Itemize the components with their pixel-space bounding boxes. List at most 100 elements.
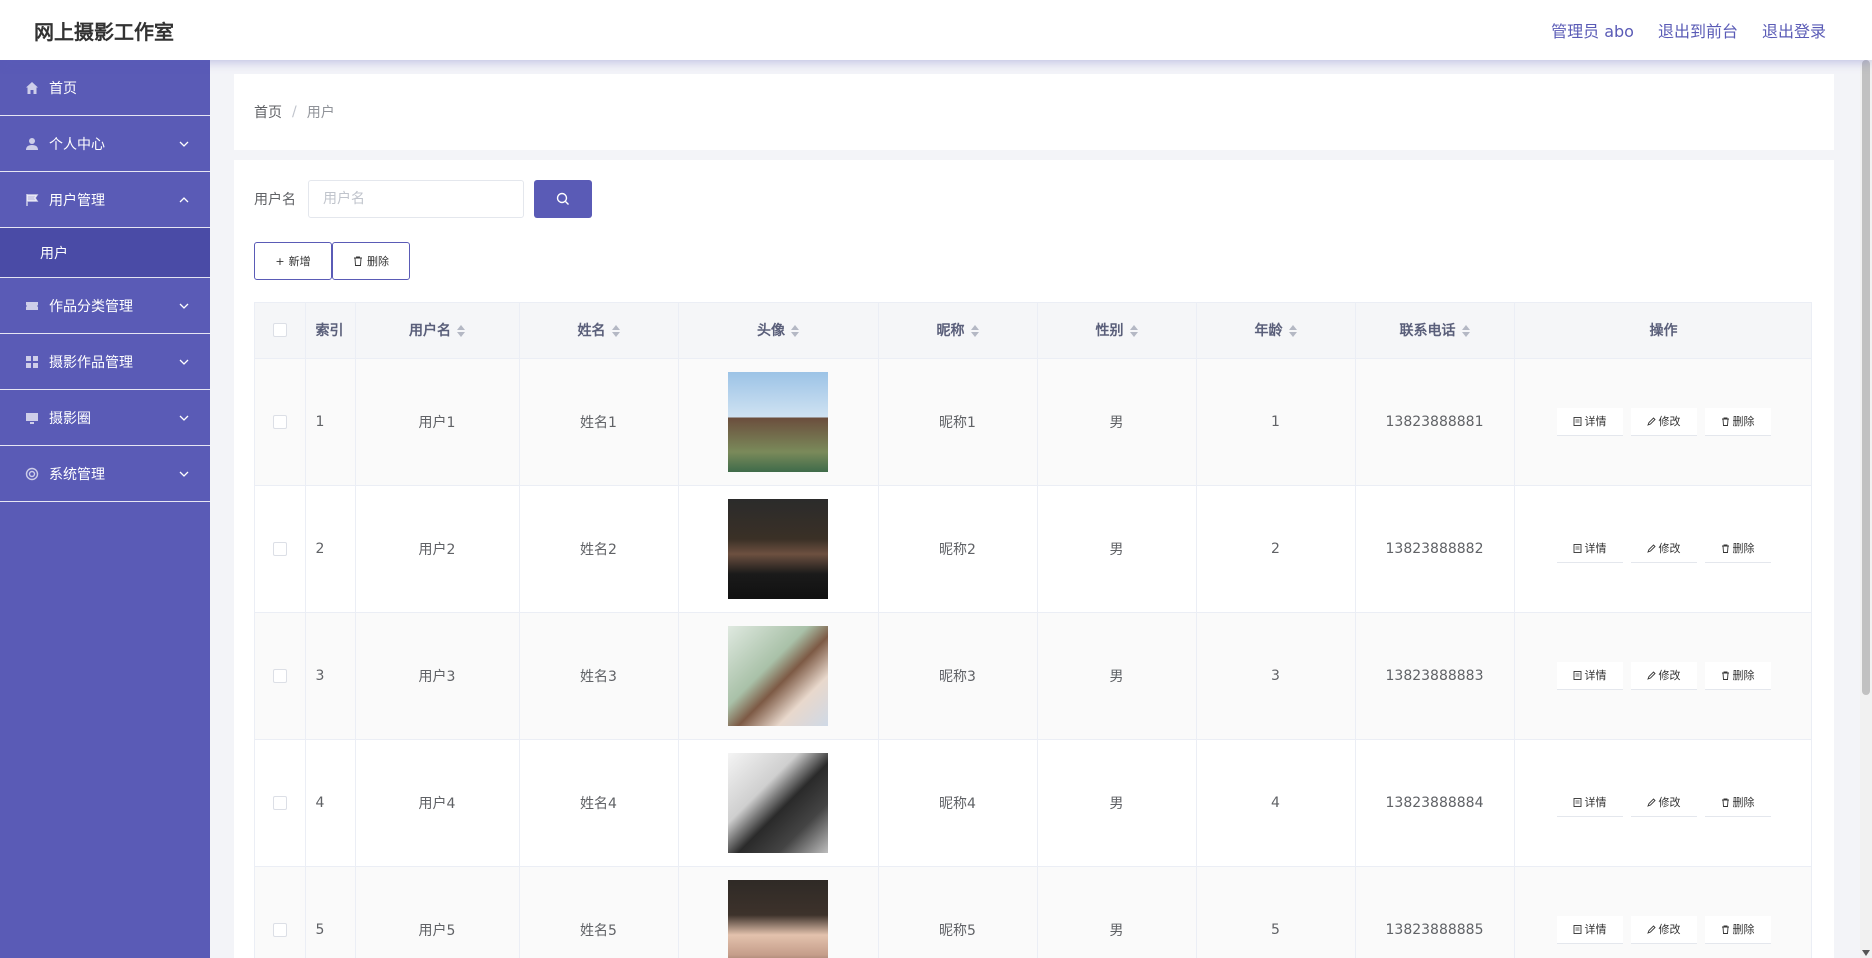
top-links: 管理员 abo 退出到前台 退出登录 (1551, 18, 1826, 42)
delete-button-label: 删除 (1732, 924, 1755, 936)
scrollbar-thumb[interactable] (1862, 60, 1870, 695)
column-header-name[interactable]: 姓名 (519, 303, 679, 359)
sidebar-item-label: 摄影圈 (49, 410, 91, 427)
avatar[interactable] (728, 879, 828, 958)
cell-age: 3 (1196, 612, 1356, 740)
cell-username: 用户1 (355, 358, 520, 486)
cell-operations: 详情 修改 删除 (1514, 866, 1811, 958)
breadcrumb-home[interactable]: 首页 (254, 102, 282, 122)
logout-link[interactable]: 退出登录 (1762, 18, 1826, 42)
column-header-phone[interactable]: 联系电话 (1355, 303, 1515, 359)
sort-icon[interactable] (791, 325, 799, 338)
document-icon (1573, 416, 1581, 426)
column-header-avatar[interactable]: 头像 (678, 303, 879, 359)
row-checkbox[interactable] (272, 795, 287, 810)
detail-button[interactable]: 详情 (1556, 661, 1623, 690)
search-button[interactable] (534, 180, 592, 218)
cell-gender: 男 (1037, 358, 1197, 486)
cell-name: 姓名4 (519, 739, 679, 867)
sort-icon[interactable] (1461, 325, 1470, 338)
row-checkbox[interactable] (272, 668, 287, 683)
edit-icon (1646, 543, 1656, 553)
cell-name: 姓名1 (519, 358, 679, 486)
sort-icon[interactable] (970, 325, 979, 338)
row-select-cell (255, 358, 306, 486)
delete-button-label: 删除 (1732, 416, 1755, 428)
row-delete-button[interactable]: 删除 (1704, 407, 1771, 436)
row-checkbox[interactable] (272, 541, 287, 556)
chevron-down-icon (179, 141, 189, 147)
avatar[interactable] (728, 498, 828, 599)
column-header-label: 联系电话 (1399, 323, 1456, 340)
sidebar-subitem-users[interactable]: 用户 (0, 228, 210, 278)
sidebar-item-photo-circle[interactable]: 摄影圈 (0, 390, 210, 446)
avatar[interactable] (728, 371, 828, 472)
row-checkbox[interactable] (272, 414, 287, 429)
edit-icon (1646, 670, 1656, 680)
sidebar-item-category-management[interactable]: 作品分类管理 (0, 278, 210, 334)
edit-button[interactable]: 修改 (1630, 915, 1697, 944)
monitor-icon (24, 410, 40, 426)
avatar[interactable] (728, 625, 828, 726)
row-delete-button[interactable]: 删除 (1704, 534, 1771, 563)
cell-username: 用户2 (355, 485, 520, 613)
avatar[interactable] (728, 752, 828, 853)
row-actions: 详情 修改 删除 (1515, 407, 1812, 436)
column-header-age[interactable]: 年龄 (1196, 303, 1356, 359)
column-header-gender[interactable]: 性别 (1037, 303, 1197, 359)
row-delete-button[interactable]: 删除 (1704, 788, 1771, 817)
admin-link[interactable]: 管理员 abo (1551, 18, 1634, 42)
sort-icon[interactable] (1129, 325, 1138, 338)
trash-icon (1721, 544, 1729, 553)
grid-icon (24, 354, 40, 370)
sidebar-item-label: 用户管理 (49, 192, 105, 209)
username-search-input[interactable] (308, 180, 524, 218)
row-actions: 详情 修改 删除 (1515, 788, 1812, 817)
sort-icon[interactable] (457, 325, 465, 338)
row-select-cell (255, 866, 306, 958)
select-all-checkbox[interactable] (272, 323, 287, 338)
cell-nickname: 昵称3 (878, 612, 1038, 740)
edit-button[interactable]: 修改 (1630, 788, 1697, 817)
row-actions: 详情 修改 删除 (1515, 661, 1812, 690)
scroll-down-arrow-icon[interactable] (1862, 950, 1870, 956)
batch-delete-button[interactable]: 删除 (332, 242, 410, 280)
select-all-cell (255, 303, 306, 359)
cell-username: 用户5 (355, 866, 520, 958)
chevron-up-icon (179, 196, 189, 202)
exit-to-front-link[interactable]: 退出到前台 (1658, 18, 1738, 42)
add-button[interactable]: + 新增 (254, 242, 332, 280)
trash-icon (1721, 671, 1729, 680)
detail-button-label: 详情 (1584, 543, 1607, 555)
column-header-label: 用户名 (409, 323, 451, 340)
chevron-down-icon (179, 415, 189, 421)
cell-avatar (678, 866, 879, 958)
sort-icon[interactable] (1288, 325, 1297, 338)
detail-button[interactable]: 详情 (1556, 407, 1623, 436)
sidebar-subitem-label: 用户 (40, 245, 68, 262)
column-header-username[interactable]: 用户名 (355, 303, 520, 359)
column-header-nickname[interactable]: 昵称 (878, 303, 1038, 359)
detail-button[interactable]: 详情 (1556, 915, 1623, 944)
edit-button[interactable]: 修改 (1630, 534, 1697, 563)
detail-button[interactable]: 详情 (1556, 534, 1623, 563)
sidebar-item-profile[interactable]: 个人中心 (0, 116, 210, 172)
chevron-down-icon (179, 303, 189, 309)
row-delete-button[interactable]: 删除 (1704, 915, 1771, 944)
sidebar-item-home[interactable]: 首页 (0, 60, 210, 116)
edit-button[interactable]: 修改 (1630, 661, 1697, 690)
edit-icon (1646, 416, 1656, 426)
row-select-cell (255, 739, 306, 867)
cell-index: 2 (305, 485, 356, 613)
sidebar-item-works-management[interactable]: 摄影作品管理 (0, 334, 210, 390)
edit-button-label: 修改 (1658, 797, 1681, 809)
detail-button[interactable]: 详情 (1556, 788, 1623, 817)
page-scrollbar[interactable] (1860, 60, 1872, 958)
sidebar-item-user-management[interactable]: 用户管理 (0, 172, 210, 228)
row-delete-button[interactable]: 删除 (1704, 661, 1771, 690)
sidebar-item-system-management[interactable]: 系统管理 (0, 446, 210, 502)
cell-phone: 13823888883 (1355, 612, 1515, 740)
edit-button[interactable]: 修改 (1630, 407, 1697, 436)
row-checkbox[interactable] (272, 922, 287, 937)
sort-icon[interactable] (611, 325, 620, 338)
